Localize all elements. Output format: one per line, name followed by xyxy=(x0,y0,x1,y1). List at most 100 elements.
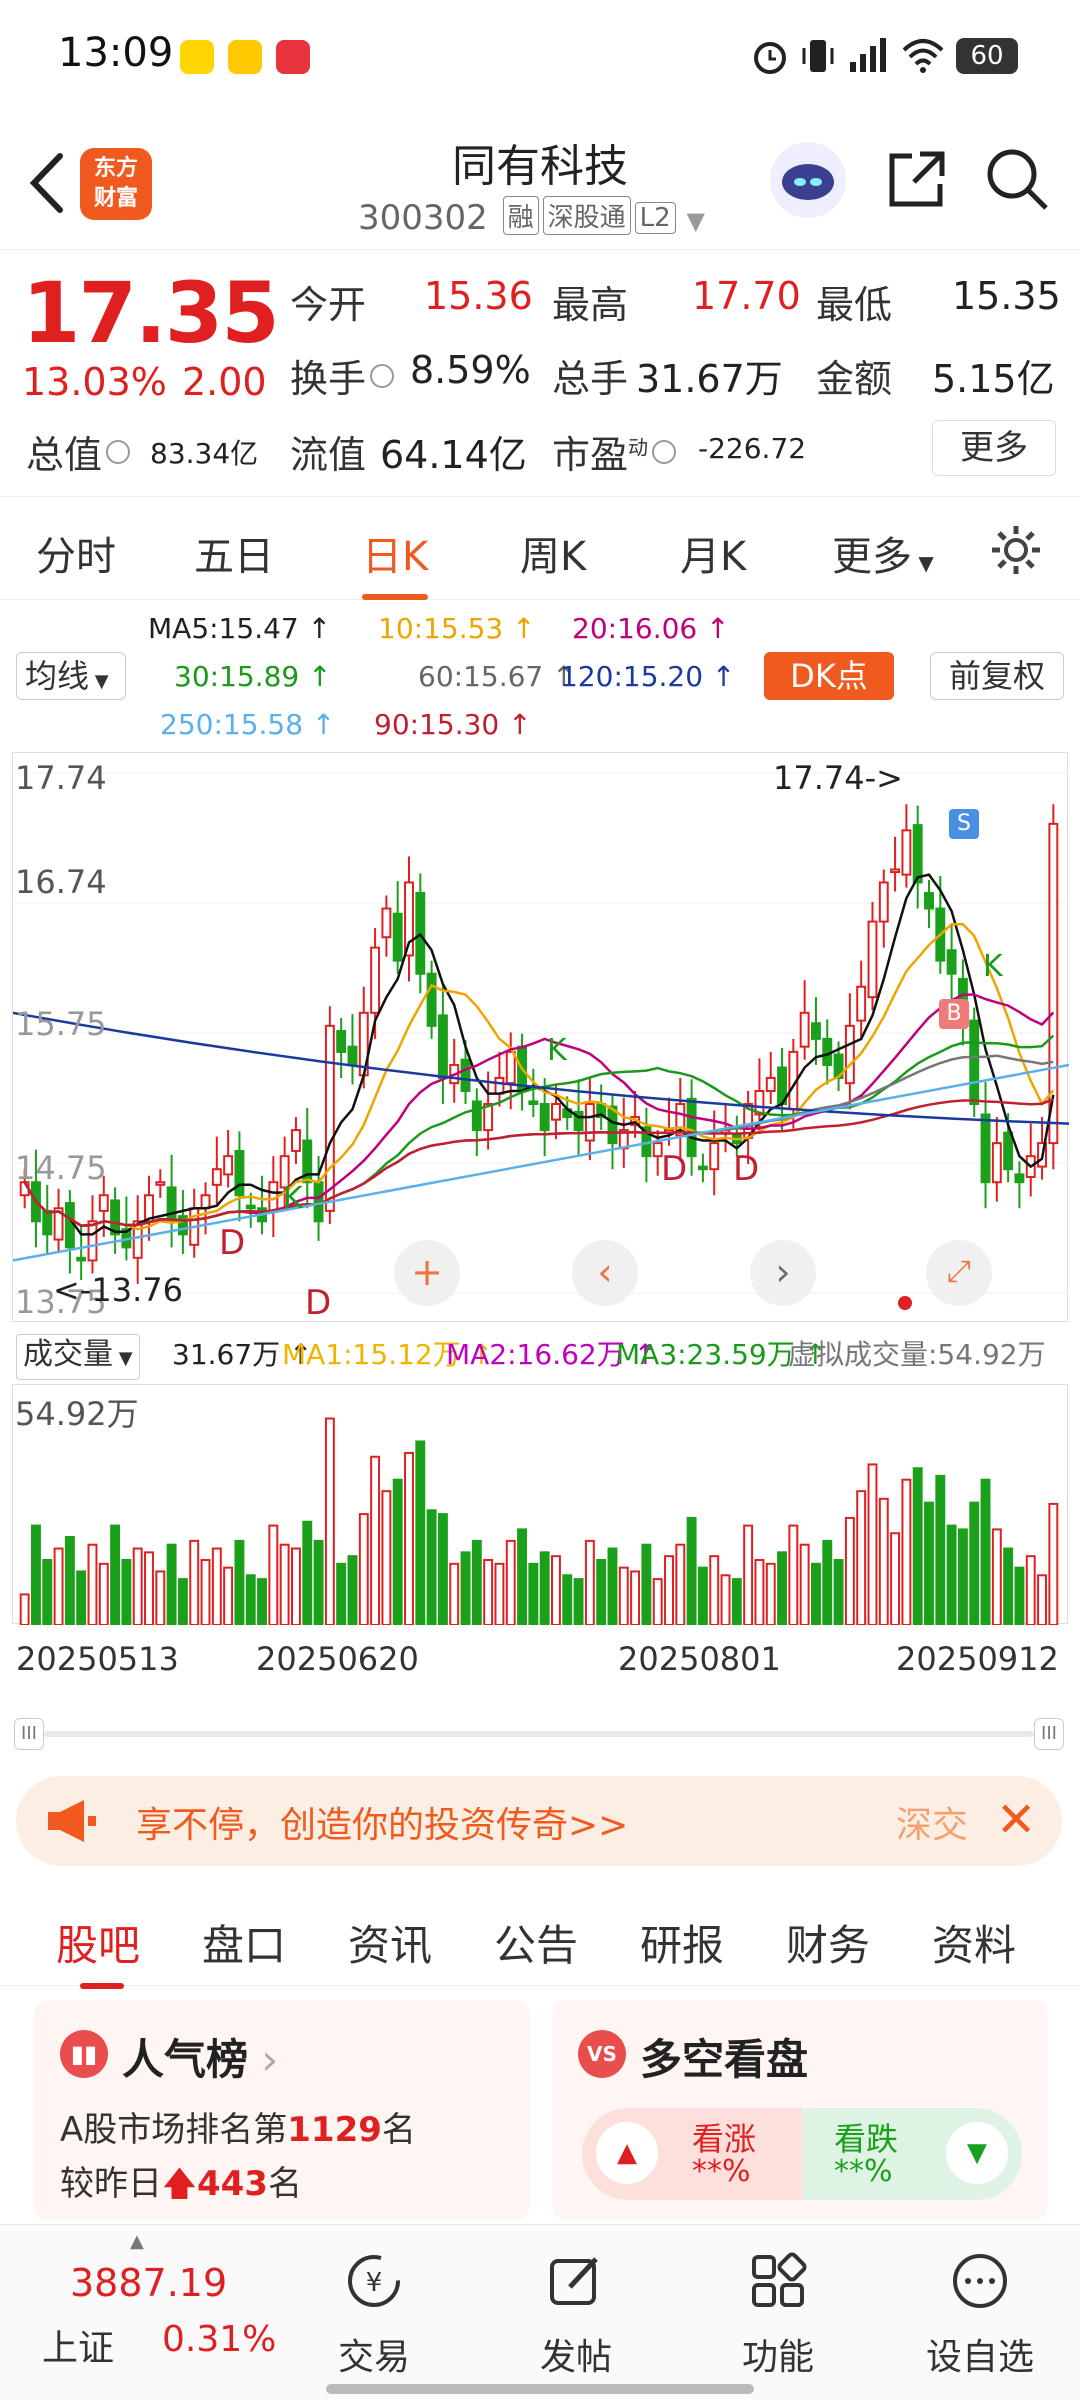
assistant-robot-icon[interactable] xyxy=(770,142,846,218)
volume-bar xyxy=(630,1570,641,1626)
stock-code-line[interactable]: 300302 融深股通 L2 ▼ xyxy=(358,196,705,238)
pe-label: 市盈动 xyxy=(552,424,680,479)
edit-icon xyxy=(550,2257,598,2305)
index-name: 上证 xyxy=(42,2328,115,2369)
tab-guba[interactable]: 股吧 xyxy=(56,1912,140,1989)
tab-daily-k[interactable]: 日K xyxy=(362,524,429,600)
volume-bar xyxy=(709,1555,720,1626)
vibrate-icon xyxy=(802,40,834,72)
scroll-right-button[interactable]: › xyxy=(750,1240,816,1306)
candle-body xyxy=(370,946,381,1014)
candle-body xyxy=(946,949,957,975)
range-scroller[interactable]: III III xyxy=(14,1718,1064,1750)
volume-bar xyxy=(607,1547,618,1626)
popularity-card[interactable]: ▮▮ 人气榜 › A股市场排名第1129名 较昨日🡅443名 xyxy=(34,2000,530,2220)
volume-bar xyxy=(64,1536,75,1626)
volume-bar xyxy=(426,1509,437,1626)
fullscreen-icon[interactable]: ⤢ xyxy=(926,1240,992,1306)
tab-announcement[interactable]: 公告 xyxy=(494,1912,578,1973)
volume-bar xyxy=(370,1455,381,1626)
volume-bar xyxy=(449,1562,460,1626)
info-icon[interactable] xyxy=(106,440,131,464)
volume-bar xyxy=(53,1547,64,1626)
scroller-left-handle[interactable]: III xyxy=(14,1718,44,1750)
candle-body xyxy=(709,1142,720,1171)
candle-body xyxy=(460,1058,471,1092)
last-price: 17.35 xyxy=(22,264,280,362)
candle-body xyxy=(912,824,923,884)
nav-add-watchlist[interactable]: 设自选 xyxy=(910,2251,1050,2380)
nav-functions[interactable]: 功能 xyxy=(708,2251,848,2380)
ma30-label: 30:15.89 ↑ xyxy=(174,660,332,693)
settings-gear-icon[interactable] xyxy=(988,522,1044,578)
adjust-mode-button[interactable]: 前复权 xyxy=(930,652,1064,700)
expand-icon[interactable]: ▲ xyxy=(130,2231,144,2252)
candle-body xyxy=(890,868,901,874)
ma250-label: 250:15.58 ↑ xyxy=(160,708,336,741)
close-icon[interactable]: ✕ xyxy=(996,1792,1036,1848)
candle-body xyxy=(901,829,912,876)
volume-bar xyxy=(720,1574,731,1627)
tab-profile[interactable]: 资料 xyxy=(932,1912,1016,1973)
app-notification-icon xyxy=(228,40,262,74)
candle-body xyxy=(505,1050,516,1085)
volume-bar xyxy=(596,1558,607,1626)
tab-intraday[interactable]: 分时 xyxy=(36,524,116,582)
volume-bar xyxy=(347,1555,358,1626)
tab-pankou[interactable]: 盘口 xyxy=(202,1912,286,1973)
tab-more[interactable]: 更多 ▼ xyxy=(832,524,934,582)
promo-banner[interactable]: 享不停，创造你的投资传奇>> 深交 ✕ xyxy=(16,1776,1062,1866)
share-icon[interactable] xyxy=(884,148,948,212)
tab-finance[interactable]: 财务 xyxy=(786,1912,870,1973)
tab-news[interactable]: 资讯 xyxy=(348,1912,432,1973)
rank-value: 1129 xyxy=(287,2110,382,2150)
bullish-vote-button[interactable]: ▲ 看涨 **% xyxy=(582,2108,802,2200)
max-price-note: 17.74-> xyxy=(773,759,903,797)
info-icon[interactable] xyxy=(652,440,677,464)
tab-research[interactable]: 研报 xyxy=(640,1912,724,1973)
volume-legend: 成交量 ▼ 31.67万 ↑ MA1:15.12万 ↑ MA2:16.62万 ↑… xyxy=(12,1330,1068,1380)
nav-post[interactable]: 发帖 xyxy=(506,2251,646,2380)
candle-body xyxy=(811,1022,821,1040)
volume-chart[interactable]: 54.92万 xyxy=(12,1384,1068,1627)
volume-bar xyxy=(957,1528,968,1626)
nav-trade[interactable]: ¥ 交易 xyxy=(304,2251,444,2380)
ranking-chart-icon: ▮▮ xyxy=(60,2030,108,2078)
volume-bar xyxy=(268,1524,279,1627)
candle-body xyxy=(234,1149,245,1197)
tab-weekly-k[interactable]: 周K xyxy=(520,524,586,582)
tab-five-day[interactable]: 五日 xyxy=(194,524,274,582)
volume-bar xyxy=(483,1558,494,1626)
kline-chart[interactable]: 17.74 16.74 15.75 14.75 13.75 17.74-> <-… xyxy=(12,752,1070,1323)
volume-bar xyxy=(42,1558,53,1626)
ma-selector[interactable]: 均线 ▼ xyxy=(16,652,126,700)
volume-bar xyxy=(494,1562,505,1626)
k-marker: K xyxy=(983,949,1003,984)
scroller-track xyxy=(44,1731,1034,1737)
app-notification-icon xyxy=(180,40,214,74)
mcap-label: 总值 xyxy=(26,424,134,479)
bearish-vote-button[interactable]: 看跌 **% ▼ xyxy=(802,2108,1022,2200)
rank-line: A股市场排名第1129名 xyxy=(60,2110,416,2150)
info-icon[interactable] xyxy=(370,364,395,388)
volume-bar xyxy=(618,1566,629,1626)
stock-code: 300302 xyxy=(358,198,488,238)
candle-body xyxy=(856,985,867,1022)
search-icon[interactable] xyxy=(984,146,1050,212)
high-value: 17.70 xyxy=(692,274,801,318)
more-button[interactable]: 更多 xyxy=(932,420,1056,476)
home-indicator[interactable] xyxy=(326,2384,754,2394)
candle-body xyxy=(211,1168,222,1186)
volume-bar xyxy=(528,1562,539,1626)
index-value[interactable]: 3887.19 xyxy=(70,2261,227,2305)
candle-body xyxy=(528,1100,539,1106)
tab-monthly-k[interactable]: 月K xyxy=(680,524,746,582)
scroll-left-button[interactable]: ‹ xyxy=(572,1240,638,1306)
volume-bar xyxy=(324,1417,335,1627)
zoom-in-button[interactable]: + xyxy=(394,1240,460,1306)
dk-point-button[interactable]: DK点 xyxy=(764,652,894,700)
volume-bar xyxy=(969,1501,980,1626)
volume-bar xyxy=(924,1501,934,1626)
scroller-right-handle[interactable]: III xyxy=(1034,1718,1064,1750)
volume-selector[interactable]: 成交量 ▼ xyxy=(16,1334,140,1380)
